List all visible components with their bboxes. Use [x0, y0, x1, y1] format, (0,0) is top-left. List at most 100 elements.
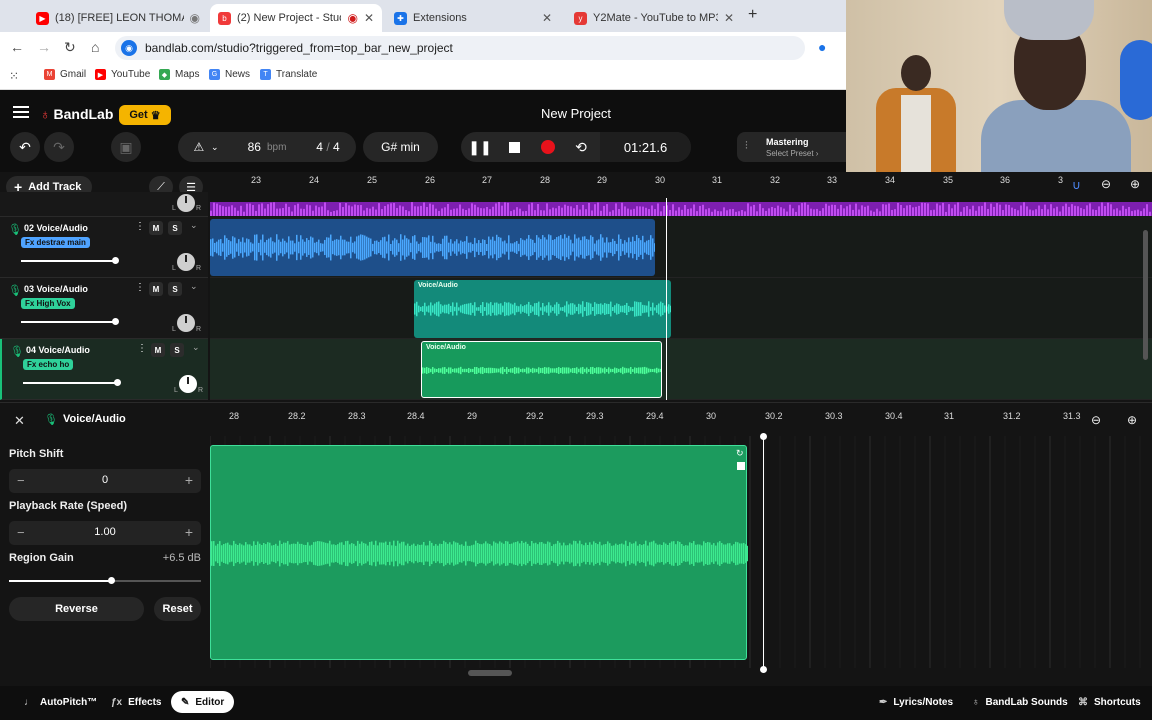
magnet-icon[interactable]: ∪ [1072, 178, 1081, 192]
mute-button[interactable]: M [149, 282, 163, 296]
get-membership-button[interactable]: Get ♛ [119, 105, 171, 125]
volume-knob[interactable] [112, 318, 120, 325]
resize-handle[interactable] [737, 462, 745, 470]
browser-tab-extensions[interactable]: ✚ Extensions ✕ [386, 4, 560, 32]
gain-knob[interactable] [107, 577, 115, 584]
pan-knob[interactable] [179, 375, 197, 393]
fx-chip[interactable]: Fx High Vox [21, 298, 75, 309]
menu-icon[interactable] [13, 106, 29, 118]
bookmark-youtube[interactable]: ▶ YouTube [95, 69, 150, 80]
site-info-icon[interactable]: ◉ [121, 40, 137, 56]
metronome-button[interactable]: ⚠ ⌄ [178, 132, 234, 162]
effects-button[interactable]: ƒx Effects [101, 691, 171, 713]
region-track-04[interactable]: Voice/Audio [421, 341, 662, 398]
track-header-02[interactable]: 🎙 02 Voice/Audio ⋮ M S ⌄ Fx destrae main… [0, 217, 208, 278]
close-tab-icon[interactable]: ✕ [364, 11, 374, 25]
close-tab-icon[interactable]: ✕ [542, 11, 552, 25]
reverse-button[interactable]: Reverse [9, 597, 144, 621]
chevron-down-icon[interactable]: ⌄ [192, 342, 200, 353]
zoom-out-icon[interactable]: ⊖ [1101, 177, 1111, 191]
track-header-01[interactable]: L R [0, 192, 208, 217]
plus-icon[interactable]: + [185, 524, 193, 540]
track-header-03[interactable]: 🎙 03 Voice/Audio ⋮ M S ⌄ Fx High Vox L R [0, 278, 208, 339]
apps-grid-icon[interactable]: ⁙ [9, 69, 19, 83]
shortcuts-button[interactable]: ⌘ Shortcuts [1068, 691, 1151, 713]
project-title[interactable]: New Project [476, 106, 676, 121]
tab-audio-icon[interactable]: ◉ [190, 11, 200, 25]
timeline-ruler[interactable]: 23 24 25 26 27 28 29 30 31 32 33 34 35 3… [210, 172, 1152, 192]
editor-button[interactable]: ✎ Editor [171, 691, 235, 713]
volume-slider[interactable] [21, 257, 120, 264]
browser-tab-bandlab[interactable]: b (2) New Project - Studio ◉ ✕ [210, 4, 382, 32]
pan-knob[interactable] [177, 194, 195, 212]
zoom-in-icon[interactable]: ⊕ [1127, 413, 1137, 427]
browser-tab-y2mate[interactable]: y Y2Mate - YouTube to MP3 Con ✕ [566, 4, 742, 32]
lyrics-notes-button[interactable]: ✒ Lyrics/Notes [869, 691, 963, 713]
redo-button[interactable]: ↷ [44, 132, 74, 162]
pause-button[interactable]: ❚❚ [465, 132, 495, 162]
minus-icon[interactable]: − [17, 525, 25, 540]
lane-03[interactable] [210, 278, 1152, 339]
key-selector[interactable]: G# min [363, 132, 438, 162]
volume-slider[interactable] [23, 379, 122, 386]
region-track-03[interactable]: Voice/Audio [414, 280, 671, 338]
back-icon[interactable]: ← [10, 39, 24, 55]
position-display[interactable]: 01:21.6 [600, 132, 691, 162]
chevron-down-icon[interactable]: ⌄ [190, 281, 198, 292]
region-end-marker[interactable] [763, 436, 764, 669]
mastering-button[interactable]: ⫶ Mastering Select Preset › [737, 132, 846, 162]
solo-button[interactable]: S [168, 221, 182, 235]
editor-ruler[interactable]: 28 28.2 28.3 28.4 29 29.2 29.3 29.4 30 3… [210, 403, 1152, 437]
playhead[interactable] [666, 198, 667, 400]
solo-button[interactable]: S [170, 343, 184, 357]
more-options-icon[interactable]: ⋮ [135, 282, 145, 293]
marker-handle-top[interactable] [760, 433, 767, 440]
minus-icon[interactable]: − [17, 473, 25, 488]
loop-region-icon[interactable]: ↻ [736, 448, 744, 459]
bandlab-sounds-button[interactable]: ♁ BandLab Sounds [962, 691, 1078, 713]
extension-icon[interactable]: ● [818, 39, 826, 55]
mute-button[interactable]: M [151, 343, 165, 357]
fx-chip[interactable]: Fx echo ho [23, 359, 74, 370]
pitch-shift-stepper[interactable]: − 0 + [9, 469, 201, 493]
chevron-down-icon[interactable]: ⌄ [190, 220, 198, 231]
horizontal-scrollbar[interactable] [468, 670, 512, 676]
track-header-04[interactable]: 🎙 04 Voice/Audio ⋮ M S ⌄ Fx echo ho L R [0, 339, 208, 400]
playback-rate-stepper[interactable]: − 1.00 + [9, 521, 201, 545]
pan-knob[interactable] [177, 314, 195, 332]
tempo-field[interactable]: 86 bpm [234, 132, 300, 162]
autopitch-button[interactable]: ♩ AutoPitch™ [14, 691, 107, 713]
url-bar[interactable]: ◉ bandlab.com/studio?triggered_from=top_… [115, 36, 805, 60]
browser-tab-youtube[interactable]: ▶ (18) [FREE] LEON THOMAS X BL ◉ [28, 4, 208, 32]
volume-knob[interactable] [114, 379, 122, 386]
solo-button[interactable]: S [168, 282, 182, 296]
close-editor-icon[interactable]: ✕ [14, 413, 25, 429]
pitch-shift-value[interactable]: 0 [49, 474, 161, 486]
close-tab-icon[interactable]: ✕ [724, 11, 734, 25]
more-options-icon[interactable]: ⋮ [135, 221, 145, 232]
loop-button[interactable]: ⟲ [566, 132, 596, 162]
marker-handle-bottom[interactable] [760, 666, 767, 673]
more-options-icon[interactable]: ⋮ [137, 343, 147, 354]
new-tab-icon[interactable]: + [748, 6, 757, 24]
volume-slider[interactable] [21, 318, 120, 325]
home-icon[interactable]: ⌂ [91, 39, 99, 55]
forward-icon[interactable]: → [37, 39, 51, 55]
reset-button[interactable]: Reset [154, 597, 201, 621]
region-track-02[interactable] [210, 219, 655, 276]
bookmark-maps[interactable]: ◆ Maps [159, 69, 199, 80]
volume-knob[interactable] [112, 257, 120, 264]
region-gain-slider[interactable] [9, 577, 201, 584]
pan-knob[interactable] [177, 253, 195, 271]
bookmark-gmail[interactable]: M Gmail [44, 69, 86, 80]
stop-button[interactable] [499, 132, 529, 162]
playback-rate-value[interactable]: 1.00 [49, 526, 161, 538]
save-button[interactable]: ▣ [111, 132, 141, 162]
plus-icon[interactable]: + [185, 472, 193, 488]
lane-04[interactable] [210, 339, 1152, 400]
bandlab-logo[interactable]: ♁ BandLab [40, 106, 113, 122]
bookmark-translate[interactable]: T Translate [260, 69, 317, 80]
undo-button[interactable]: ↶ [10, 132, 40, 162]
editor-region[interactable]: ↻ [210, 445, 749, 660]
region-track-01[interactable] [210, 192, 1152, 216]
